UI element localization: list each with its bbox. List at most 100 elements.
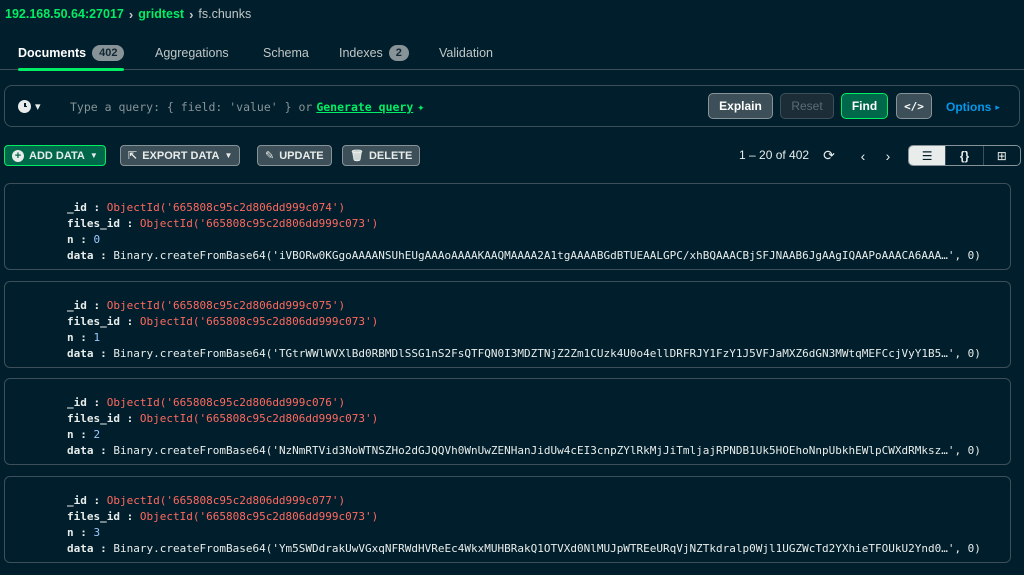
document-field: _id : ObjectId('665808c95c2d806dd999c076… [67, 396, 346, 409]
field-key: n [67, 526, 74, 539]
chevron-right-icon: › [189, 6, 194, 22]
field-value: ObjectId('665808c95c2d806dd999c077') [106, 494, 346, 507]
field-value: Binary.createFromBase64('Ym5SWDdrakUwVGx… [113, 542, 981, 555]
document-field: data : Binary.createFromBase64('iVBORw0K… [67, 249, 981, 262]
chevron-right-icon[interactable]: › [880, 145, 896, 166]
reset-button[interactable]: Reset [780, 93, 834, 119]
document-card[interactable]: _id : ObjectId('665808c95c2d806dd999c076… [4, 378, 1011, 465]
field-value: ObjectId('665808c95c2d806dd999c073') [139, 217, 379, 230]
indexes-count-badge: 2 [388, 45, 409, 61]
chevron-left-icon[interactable]: ‹ [855, 145, 871, 166]
tab-aggregations[interactable]: Aggregations [155, 36, 229, 70]
explain-button[interactable]: Explain [708, 93, 773, 119]
document-card[interactable]: _id : ObjectId('665808c95c2d806dd999c075… [4, 281, 1011, 368]
caret-right-icon: ▸ [995, 101, 1000, 112]
options-label: Options [946, 100, 992, 114]
breadcrumb-host[interactable]: 192.168.50.64:27017 [5, 7, 124, 21]
update-button[interactable]: ✎ UPDATE [257, 145, 332, 166]
field-key: data [67, 249, 94, 262]
field-value: Binary.createFromBase64('iVBORw0KGgoAAAA… [113, 249, 981, 262]
caret-down-icon: ▼ [89, 151, 98, 160]
options-toggle[interactable]: Options ▸ [946, 98, 1000, 116]
document-field: files_id : ObjectId('665808c95c2d806dd99… [67, 315, 379, 328]
field-key: files_id [67, 217, 120, 230]
plus-circle-icon: + [12, 149, 24, 162]
clock-icon [18, 99, 31, 113]
tab-label: Documents [18, 46, 87, 60]
document-card[interactable]: _id : ObjectId('665808c95c2d806dd999c077… [4, 476, 1011, 563]
field-value: ObjectId('665808c95c2d806dd999c073') [139, 315, 379, 328]
document-field: _id : ObjectId('665808c95c2d806dd999c074… [67, 201, 346, 214]
generate-query-link[interactable]: Generate query [316, 100, 413, 114]
tab-validation[interactable]: Validation [439, 36, 493, 70]
add-data-label: ADD DATA [29, 149, 85, 162]
tab-documents[interactable]: Documents 402 [18, 36, 125, 71]
export-icon: ⇱ [128, 150, 138, 162]
document-field: n : 0 [67, 233, 101, 246]
field-key: files_id [67, 510, 120, 523]
breadcrumb: 192.168.50.64:27017 › gridtest › fs.chun… [5, 6, 251, 22]
refresh-icon[interactable]: ⟳ [820, 145, 838, 166]
view-toggle: ☰ {} ⊞ [908, 145, 1021, 166]
list-view-icon[interactable]: ☰ [909, 146, 947, 165]
field-key: n [67, 233, 74, 246]
field-value: ObjectId('665808c95c2d806dd999c076') [106, 396, 346, 409]
update-label: UPDATE [279, 149, 324, 162]
field-value: ObjectId('665808c95c2d806dd999c075') [106, 299, 346, 312]
trash-icon: 🗑 [350, 150, 364, 162]
document-field: n : 1 [67, 331, 101, 344]
sparkle-icon: ✦ [417, 100, 425, 114]
tab-label: Indexes [339, 46, 383, 60]
field-value: 2 [93, 428, 101, 441]
document-field: n : 2 [67, 428, 101, 441]
tab-label: Aggregations [155, 46, 229, 60]
table-view-icon[interactable]: ⊞ [984, 146, 1020, 165]
code-icon[interactable]: </> [896, 93, 932, 119]
document-field: files_id : ObjectId('665808c95c2d806dd99… [67, 217, 379, 230]
field-value: 1 [93, 331, 101, 344]
add-data-button[interactable]: + ADD DATA ▼ [4, 145, 106, 166]
field-value: ObjectId('665808c95c2d806dd999c073') [139, 412, 379, 425]
field-key: _id [67, 494, 87, 507]
caret-down-icon: ▾ [35, 100, 41, 113]
document-field: data : Binary.createFromBase64('Ym5SWDdr… [67, 542, 981, 555]
field-value: 0 [93, 233, 101, 246]
collection-tabs: Documents 402 Aggregations Schema Indexe… [0, 36, 1024, 71]
field-value: Binary.createFromBase64('TGtrWWlWVXlBd0R… [113, 347, 981, 360]
breadcrumb-collection: fs.chunks [198, 7, 252, 21]
field-key: files_id [67, 412, 120, 425]
breadcrumb-database[interactable]: gridtest [138, 7, 184, 21]
field-value: ObjectId('665808c95c2d806dd999c073') [139, 510, 379, 523]
find-button[interactable]: Find [841, 93, 888, 119]
field-key: data [67, 347, 94, 360]
tab-indexes[interactable]: Indexes 2 [339, 36, 409, 70]
document-field: files_id : ObjectId('665808c95c2d806dd99… [67, 510, 379, 523]
field-key: _id [67, 299, 87, 312]
field-key: data [67, 444, 94, 457]
pagination-info: 1 – 20 of 402 [739, 148, 810, 162]
document-field: n : 3 [67, 526, 101, 539]
document-field: _id : ObjectId('665808c95c2d806dd999c075… [67, 299, 346, 312]
field-key: _id [67, 396, 87, 409]
json-view-icon[interactable]: {} [946, 146, 984, 165]
field-key: data [67, 542, 94, 555]
query-input[interactable]: Type a query: { field: 'value' } or Gene… [70, 98, 425, 116]
tab-schema[interactable]: Schema [263, 36, 309, 70]
delete-button[interactable]: 🗑 DELETE [342, 145, 421, 166]
caret-down-icon: ▼ [224, 151, 233, 160]
document-card[interactable]: _id : ObjectId('665808c95c2d806dd999c074… [4, 183, 1011, 270]
pencil-icon: ✎ [265, 150, 275, 162]
query-history-button[interactable]: ▾ [18, 98, 48, 114]
document-field: _id : ObjectId('665808c95c2d806dd999c077… [67, 494, 346, 507]
export-data-label: EXPORT DATA [142, 149, 220, 162]
documents-count-badge: 402 [92, 45, 125, 61]
document-field: data : Binary.createFromBase64('NzNmRTVi… [67, 444, 981, 457]
query-placeholder: Type a query: { field: 'value' } or [70, 100, 313, 114]
field-value: 3 [93, 526, 101, 539]
tab-label: Validation [439, 46, 493, 60]
field-value: ObjectId('665808c95c2d806dd999c074') [106, 201, 346, 214]
delete-label: DELETE [368, 149, 413, 162]
field-key: n [67, 428, 74, 441]
field-key: files_id [67, 315, 120, 328]
export-data-button[interactable]: ⇱ EXPORT DATA ▼ [120, 145, 241, 166]
